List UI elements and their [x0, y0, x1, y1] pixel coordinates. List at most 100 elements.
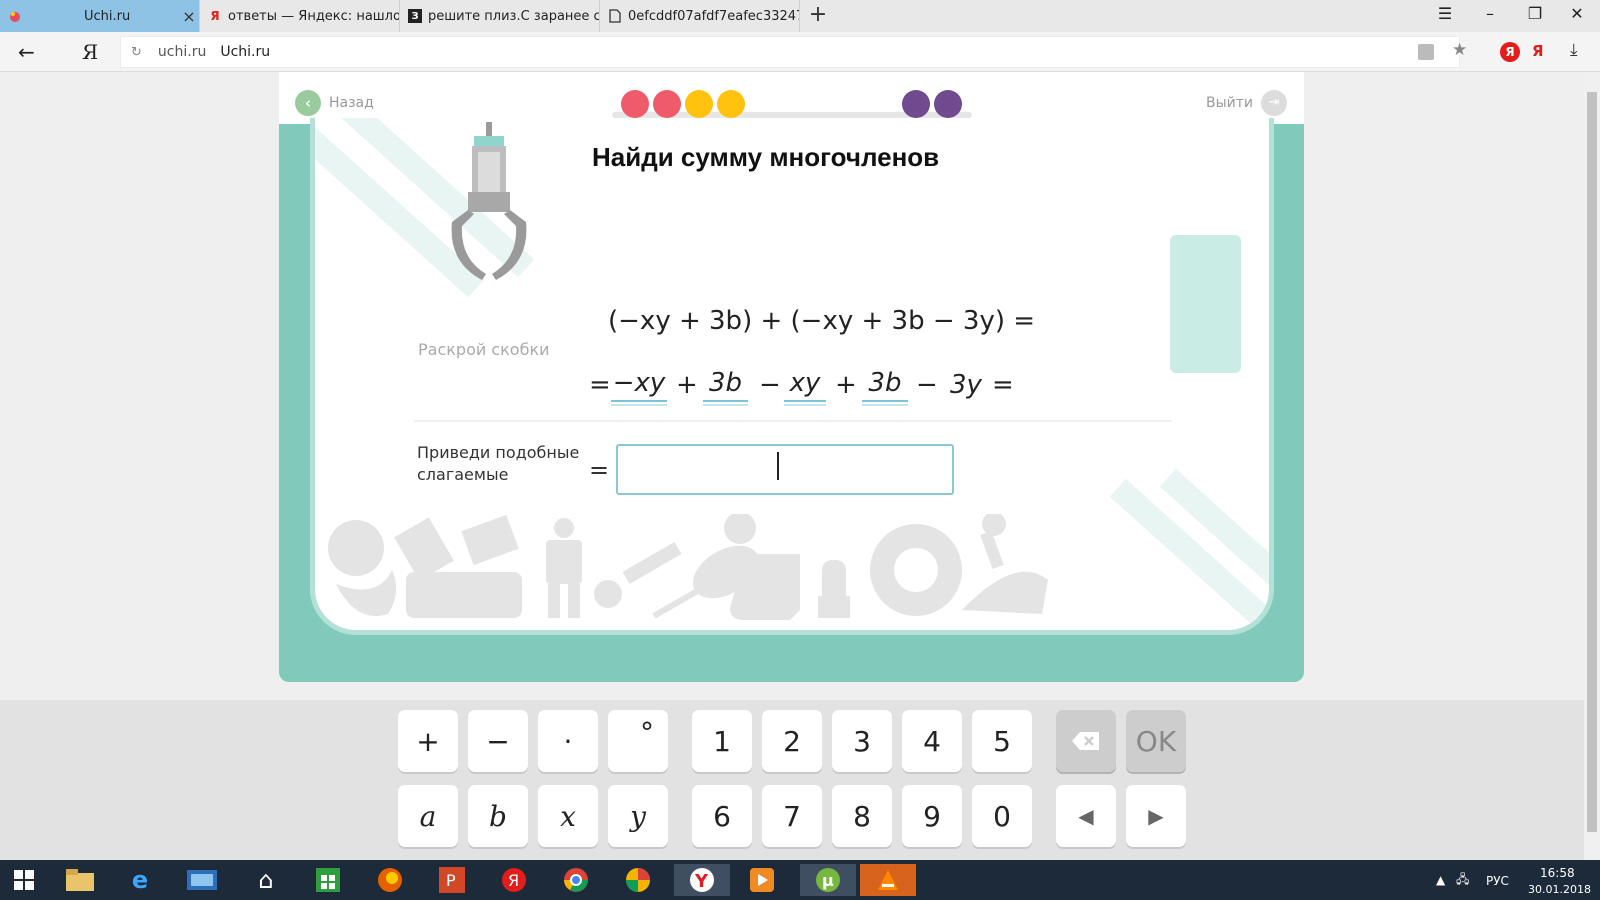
key-4[interactable]: 4 [902, 710, 962, 772]
tab-label: 0efcddf07afdf7eafec332477 [628, 8, 799, 24]
hint-expand-brackets: Раскрой скобки [418, 340, 550, 359]
minimize-icon[interactable]: – [1475, 4, 1505, 23]
blank-term-1[interactable]: −xy [611, 368, 667, 406]
blank-underline [862, 400, 908, 406]
tab-label: решите плиз.С заранее спа [428, 8, 599, 24]
tab-uchi[interactable]: Uchi.ru × [0, 0, 200, 32]
blank-term-3[interactable]: xy [784, 368, 826, 406]
restore-icon[interactable]: ❐ [1520, 4, 1550, 23]
step2-prompt: Приведи подобные слагаемые [417, 443, 580, 484]
new-tab-button[interactable]: + [806, 2, 830, 27]
tab-znanija[interactable]: З решите плиз.С заранее спа [400, 0, 600, 32]
ok-button[interactable]: OK [1126, 710, 1186, 772]
document-favicon-icon [608, 9, 622, 23]
key-minus[interactable]: − [468, 710, 528, 772]
key-8[interactable]: 8 [832, 785, 892, 847]
cursor-right-button[interactable]: ▶ [1126, 785, 1186, 847]
operator: − [759, 370, 781, 400]
blank-underline [784, 400, 826, 406]
key-7[interactable]: 7 [762, 785, 822, 847]
media-player-icon[interactable] [740, 864, 784, 896]
exit-label: Выйти [1206, 95, 1254, 111]
blank-term-value: xy [789, 368, 821, 398]
expression-line: (−xy + 3b) + (−xy + 3b − 3y) = [608, 306, 1036, 336]
key-b[interactable]: b [468, 785, 528, 847]
chevron-left-icon: ‹ [295, 90, 321, 116]
tray-expand-icon[interactable]: ▲ [1436, 873, 1445, 887]
exit-button[interactable]: Выйти ⇥ [1206, 90, 1288, 116]
key-plus[interactable]: + [398, 710, 458, 772]
key-9[interactable]: 9 [902, 785, 962, 847]
step2-equals: = [589, 456, 610, 484]
store-icon[interactable] [306, 864, 350, 896]
clock-date[interactable]: 30.01.2018 [1528, 883, 1591, 896]
chrome-icon[interactable] [554, 864, 598, 896]
back-arrow-icon[interactable]: ← [18, 40, 35, 64]
back-label: Назад [329, 95, 374, 111]
bookmark-star-icon[interactable]: ★ [1452, 40, 1467, 60]
start-windows-icon[interactable] [2, 864, 46, 896]
reload-icon[interactable]: ↻ [131, 45, 142, 60]
svg-text:μ: μ [822, 871, 834, 890]
progress-dot [902, 90, 930, 118]
language-indicator[interactable]: РУС [1486, 874, 1509, 888]
key-a[interactable]: a [398, 785, 458, 847]
key-degree[interactable]: ° [608, 710, 668, 772]
close-icon[interactable]: ✕ [1562, 4, 1592, 23]
key-y[interactable]: y [608, 785, 668, 847]
lock-icon[interactable] [1418, 44, 1434, 60]
yandex-browser-taskbar-icon[interactable]: Я [492, 864, 536, 896]
key-2[interactable]: 2 [762, 710, 822, 772]
tab-document[interactable]: 0efcddf07afdf7eafec332477 [600, 0, 800, 32]
clock-time[interactable]: 16:58 [1540, 866, 1575, 880]
key-6[interactable]: 6 [692, 785, 752, 847]
address-page-title: Uchi.ru [220, 44, 271, 60]
yandex-logo[interactable]: Я [82, 40, 98, 64]
blank-term-4[interactable]: 3b [862, 368, 908, 406]
back-button[interactable]: ‹ Назад [295, 90, 374, 116]
toys-silhouette-decor [328, 514, 1048, 620]
progress-dot [621, 90, 649, 118]
key-x[interactable]: x [538, 785, 598, 847]
firefox-icon[interactable] [368, 864, 412, 896]
network-icon[interactable]: 🖧 [1456, 870, 1469, 891]
blank-underline [611, 400, 667, 406]
home-icon[interactable]: ⌂ [244, 864, 288, 896]
internet-explorer-icon[interactable]: e [118, 864, 162, 896]
blank-underline [703, 400, 748, 406]
key-dot[interactable]: · [538, 710, 598, 772]
yandex-alice-icon[interactable]: Я [1532, 42, 1544, 60]
expanded-tail-equals: = [992, 370, 1014, 400]
backspace-button[interactable] [1056, 710, 1116, 772]
znanija-favicon-icon: З [408, 9, 422, 23]
yandex-taskbar-active-icon[interactable]: Y [674, 864, 730, 896]
text-caret [777, 452, 779, 480]
blank-term-value: −xy [612, 368, 666, 398]
key-3[interactable]: 3 [832, 710, 892, 772]
tab-close-icon[interactable]: × [179, 7, 199, 26]
expanded-lead-equals: = [589, 370, 611, 400]
cursor-left-button[interactable]: ◀ [1056, 785, 1116, 847]
address-bar[interactable]: ↻ uchi.ru Uchi.ru [120, 36, 1460, 68]
yandex-extension-icon[interactable]: Я [1500, 42, 1520, 62]
blank-term-2[interactable]: 3b [703, 368, 748, 406]
answer-input[interactable] [616, 444, 954, 495]
address-domain: uchi.ru [157, 44, 207, 60]
download-icon[interactable]: ⤓ [1570, 40, 1578, 60]
key-5[interactable]: 5 [972, 710, 1032, 772]
scrollbar-thumb[interactable] [1587, 92, 1597, 832]
uchi-favicon-icon [8, 9, 22, 23]
triangle-left-icon: ◀ [1078, 804, 1094, 828]
key-1[interactable]: 1 [692, 710, 752, 772]
tab-yandex[interactable]: Я ответы — Яндекс: нашлось [200, 0, 400, 32]
key-0[interactable]: 0 [972, 785, 1032, 847]
utorrent-icon[interactable]: μ [800, 864, 856, 896]
blank-term-value: 3b [868, 368, 902, 398]
powerpoint-icon[interactable]: P [430, 864, 474, 896]
vlc-icon[interactable] [860, 864, 916, 896]
menu-icon[interactable]: ☰ [1430, 4, 1460, 23]
lenovo-app-icon[interactable] [180, 864, 224, 896]
file-explorer-icon[interactable] [58, 864, 102, 896]
operator: − [916, 370, 938, 400]
picasa-icon[interactable] [616, 864, 660, 896]
